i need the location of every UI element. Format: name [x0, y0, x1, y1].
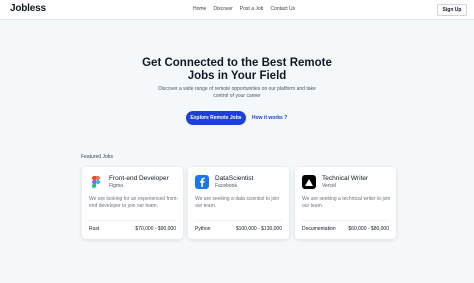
- job-tag: Rust: [89, 226, 100, 232]
- logo[interactable]: Jobless: [10, 3, 46, 14]
- job-tag: Python: [195, 226, 211, 232]
- nav-link-contact-us[interactable]: Contact Us: [270, 6, 295, 12]
- sign-up-button[interactable]: Sign Up: [437, 4, 467, 16]
- job-salary: $100,000 - $130,000: [235, 226, 282, 232]
- navbar: Jobless Home Discover Post a Job Contact…: [0, 0, 474, 20]
- job-description: We are seeking a data scientist to join …: [195, 196, 280, 209]
- job-salary: $70,000 - $90,000: [135, 226, 176, 232]
- job-description: We are looking for an experienced front-…: [89, 196, 179, 209]
- job-card-technical-writer[interactable]: Technical Writer Vercel We are seeking a…: [295, 167, 396, 239]
- card-divider: [89, 220, 176, 221]
- job-card-front-end-developer[interactable]: Front-end Developer Figma We are looking…: [82, 167, 183, 239]
- job-title: Technical Writer: [322, 175, 369, 182]
- hero-title: Get Connected to the Best Remote Jobs in…: [142, 57, 332, 82]
- job-description: We are seeking a technical writer to joi…: [302, 196, 391, 209]
- card-divider: [302, 220, 389, 221]
- figma-logo-icon: [89, 175, 103, 189]
- featured-jobs-heading: Featured Jobs: [81, 154, 113, 160]
- job-salary: $60,000 - $80,000: [348, 226, 389, 232]
- nav-link-post-a-job[interactable]: Post a Job: [240, 6, 264, 12]
- how-it-works-link[interactable]: How it works ?: [252, 115, 287, 121]
- card-divider: [195, 220, 282, 221]
- nav-link-home[interactable]: Home: [193, 6, 206, 12]
- nav-links: Home Discover Post a Job Contact Us: [193, 6, 295, 12]
- company-name: Facebook: [215, 183, 237, 189]
- hero-subtitle: Discover a wide range of remote opportun…: [158, 86, 316, 99]
- facebook-logo-icon: [195, 175, 209, 189]
- nav-link-discover[interactable]: Discover: [213, 6, 232, 12]
- vercel-logo-icon: [302, 175, 316, 189]
- job-card-datascientist[interactable]: DataScientist Facebook We are seeking a …: [188, 167, 289, 239]
- job-tag: Documentation: [302, 226, 336, 232]
- job-title: Front-end Developer: [109, 175, 169, 182]
- company-name: Vercel: [322, 183, 336, 189]
- explore-remote-jobs-button[interactable]: Explore Remote Jobs: [186, 111, 246, 125]
- company-name: Figma: [109, 183, 123, 189]
- job-title: DataScientist: [215, 175, 254, 182]
